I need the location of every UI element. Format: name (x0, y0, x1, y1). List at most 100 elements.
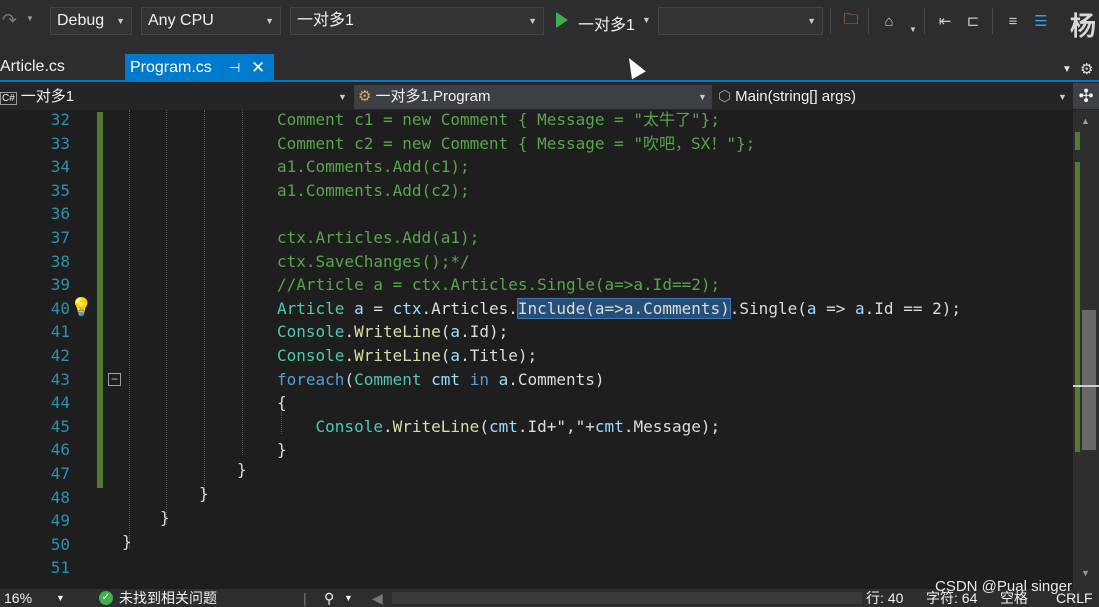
scroll-left-icon[interactable]: ◀ (372, 589, 383, 607)
code-token: a (450, 346, 461, 365)
chevron-down-icon: ▼ (338, 92, 347, 102)
code-line: Comment c2 = new Comment { Message = "吹吧… (277, 133, 755, 155)
code-token: WriteLine (392, 416, 480, 436)
change-tracking-bar (97, 112, 103, 488)
config-dropdown[interactable]: Debug ▼ (50, 7, 132, 35)
collapse-icon[interactable]: − (108, 373, 121, 386)
class-nav-dropdown[interactable]: ⚙ 一对多1.Program ▼ (354, 85, 712, 109)
comment-icon[interactable]: ☰ (1030, 10, 1052, 32)
project-nav-dropdown[interactable]: C# 一对多1 ▼ (0, 85, 350, 109)
redo-dropdown-icon[interactable]: ▼ (26, 14, 34, 23)
code-token: . (344, 346, 355, 365)
gear-icon[interactable]: ⚙ (1080, 60, 1093, 78)
code-line: //Article a = ctx.Articles.Single(a=>a.I… (277, 274, 720, 296)
closing-brace: } (122, 532, 132, 551)
check-icon: ✓ (99, 591, 113, 605)
vertical-scrollbar[interactable]: ▲ ▼ (1073, 110, 1099, 589)
code-line: Console.WriteLine(a.Id); (277, 321, 508, 343)
line-number: 36 (50, 204, 70, 224)
toolbar-separator (868, 8, 869, 34)
indent-guide (204, 110, 205, 502)
tab-program-cs[interactable]: Program.cs ⊣ ✕ (125, 54, 274, 82)
zoom-level[interactable]: 16% (4, 589, 32, 607)
code-token: a1.Comments.Add(c1); (277, 157, 470, 177)
pin-icon[interactable]: ⊣ (229, 54, 240, 82)
code-token: //Article a = ctx.Articles.Single(a=>a.I… (277, 275, 721, 295)
code-token: .Title); (460, 346, 538, 365)
code-line: ctx.SaveChanges();*/ (277, 251, 470, 273)
line-number: 41 (50, 322, 70, 342)
code-line: foreach(Comment cmt in a.Comments) (277, 369, 605, 391)
code-token: Console (277, 322, 345, 342)
tab-article-cs[interactable]: Article.cs (0, 58, 65, 76)
line-number: 33 (50, 133, 70, 153)
home-icon[interactable]: ⌂ (878, 10, 900, 32)
line-number: 48 (50, 487, 70, 507)
config-value: Debug (57, 12, 105, 29)
issues-status[interactable]: 未找到相关问题 (119, 589, 217, 607)
code-token: ctx (392, 298, 422, 318)
redo-icon[interactable]: ↷ (2, 10, 17, 31)
code-editor[interactable]: 32 33 34 35 36 37 38 39 40 41 42 43 44 45 46 47 48 49 50 51… (0, 110, 1099, 589)
code-line: Console.WriteLine(a.Title); (277, 345, 537, 367)
code-line: Article a = ctx.Articles.Include(a=>a.Co… (277, 297, 961, 320)
line-number: 44 (50, 393, 70, 413)
line-number: 37 (50, 228, 70, 247)
closing-brace: } (237, 460, 247, 479)
code-token: a (354, 298, 364, 318)
code-token: a (498, 369, 509, 389)
code-token: . (382, 416, 393, 436)
code-token: => (816, 298, 856, 318)
folder-search-icon[interactable]: 🗀 (840, 10, 862, 32)
chevron-down-icon: ▼ (265, 16, 274, 26)
tab-list-dropdown-icon[interactable]: ▼ (1062, 64, 1072, 75)
brush-icon[interactable]: ⚲ (324, 589, 334, 607)
closing-brace: } (199, 484, 209, 503)
scroll-up-icon[interactable]: ▲ (1081, 116, 1090, 126)
line-number: 45 (50, 416, 70, 436)
breakpoint-icon[interactable]: ⊏ (962, 10, 984, 32)
indent-guide (129, 110, 130, 548)
code-line: Comment c1 = new Comment { Message = "太牛… (277, 109, 720, 131)
horizontal-scrollbar[interactable] (392, 592, 862, 604)
code-token: ctx.Articles.Add(a1); (277, 228, 480, 247)
scroll-down-icon[interactable]: ▼ (1081, 568, 1090, 578)
line-number: 39 (50, 275, 70, 295)
code-token: foreach (277, 369, 345, 389)
toolbar-separator (830, 8, 831, 34)
member-nav-dropdown[interactable]: ⬡ Main(string[] args) ▼ (718, 85, 1070, 109)
split-editor-icon[interactable]: ✣ (1073, 83, 1099, 109)
class-icon: ⚙ (358, 88, 372, 105)
start-debug-icon[interactable] (556, 12, 568, 28)
close-icon[interactable]: ✕ (251, 54, 265, 82)
code-token: WriteLine (354, 322, 441, 342)
chevron-down-icon[interactable]: ▼ (902, 18, 924, 40)
line-number: 38 (50, 251, 70, 271)
toolbar-separator (924, 8, 925, 34)
align-icon[interactable]: ≡ (1002, 10, 1024, 32)
empty-dropdown[interactable]: ▼ (658, 7, 823, 35)
start-debug-button[interactable]: 一对多1 (578, 11, 635, 35)
code-token: cmt (594, 416, 624, 436)
code-line: Console.WriteLine(cmt.Id+","+cmt.Message… (277, 416, 721, 438)
code-token: ( (479, 416, 489, 436)
tab-program-label: Program.cs (130, 59, 212, 76)
chevron-down-icon[interactable]: ▼ (344, 589, 353, 607)
code-token: .Comments) (508, 369, 605, 389)
chevron-down-icon[interactable]: ▼ (642, 15, 651, 25)
startup-project-dropdown[interactable]: 一对多1 ▼ (290, 7, 544, 35)
code-token: a (855, 298, 865, 318)
platform-dropdown[interactable]: Any CPU ▼ (141, 7, 281, 35)
startup-project-value: 一对多1 (297, 12, 354, 29)
selected-code-token: Include(a=>a.Comments) (516, 297, 731, 319)
chevron-down-icon[interactable]: ▼ (56, 589, 65, 607)
scrollbar-thumb[interactable] (1082, 310, 1096, 450)
step-icon[interactable]: ⇤ (934, 10, 956, 32)
line-number: 42 (50, 346, 70, 365)
csharp-project-icon: C# (0, 92, 17, 105)
indent-guide (242, 110, 243, 455)
code-line: } (277, 439, 287, 461)
code-token: } (277, 440, 287, 460)
watermark-text: CSDN @Pual singer (935, 578, 1072, 595)
lightbulb-icon[interactable]: 💡 (70, 297, 92, 318)
